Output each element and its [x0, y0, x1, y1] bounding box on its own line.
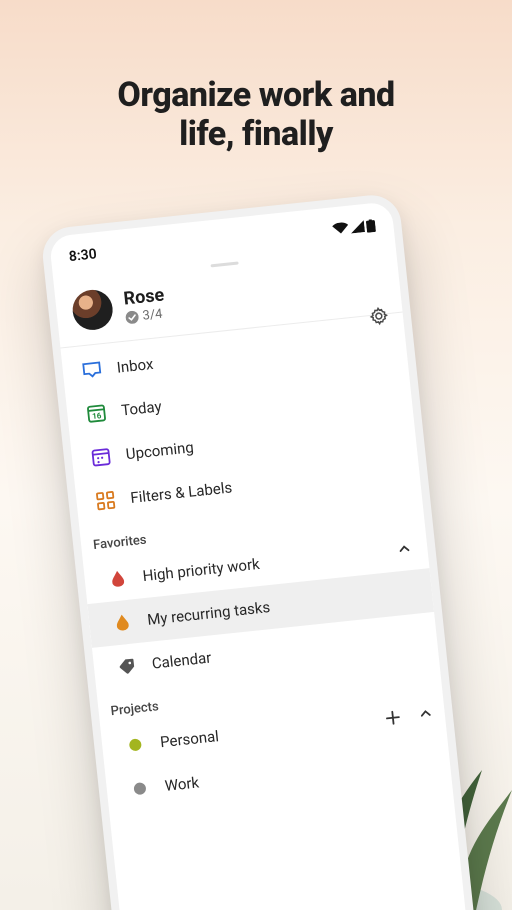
- favorite-label: My recurring tasks: [146, 598, 271, 629]
- battery-icon: [366, 218, 376, 232]
- grid-icon: [94, 490, 118, 512]
- svg-text:16: 16: [92, 411, 102, 421]
- expand-toggle[interactable]: [397, 541, 412, 556]
- project-label: Work: [164, 773, 200, 794]
- plus-icon: [384, 709, 402, 727]
- check-badge-icon: [125, 310, 139, 324]
- favorite-label: Calendar: [151, 649, 212, 673]
- menu-label: Today: [120, 397, 162, 419]
- project-dot-icon: [124, 738, 147, 752]
- project-dot-icon: [128, 781, 151, 795]
- chevron-up-icon: [397, 541, 412, 556]
- inbox-icon: [80, 360, 104, 380]
- profile-name: Rose: [123, 284, 166, 309]
- headline-line1: Organize work and: [117, 75, 394, 115]
- menu-label: Inbox: [116, 355, 154, 377]
- menu-label: Filters & Labels: [130, 478, 233, 507]
- headline-line2: life, finally: [179, 114, 333, 154]
- signal-icon: [350, 220, 365, 233]
- expand-toggle[interactable]: [418, 706, 434, 723]
- today-icon: 16: [84, 402, 108, 424]
- phone-frame: 8:30 Rose 3/4: [40, 192, 480, 910]
- promo-headline: Organize work and life, finally: [0, 76, 512, 154]
- tag-icon: [115, 656, 139, 676]
- add-project-button[interactable]: [384, 709, 402, 727]
- wifi-icon: [332, 222, 349, 236]
- gear-icon: [368, 305, 390, 327]
- drop-icon: [106, 570, 130, 588]
- main-menu: Inbox 16 Today: [60, 313, 421, 526]
- menu-label: Upcoming: [125, 438, 195, 463]
- status-time: 8:30: [68, 246, 97, 265]
- settings-button[interactable]: [368, 305, 390, 327]
- drop-icon: [111, 613, 135, 631]
- profile-progress: 3/4: [125, 306, 167, 325]
- upcoming-icon: [89, 446, 113, 468]
- chevron-up-icon: [418, 706, 433, 721]
- project-label: Personal: [159, 727, 219, 751]
- avatar[interactable]: [71, 288, 115, 332]
- favorite-label: High priority work: [142, 555, 261, 585]
